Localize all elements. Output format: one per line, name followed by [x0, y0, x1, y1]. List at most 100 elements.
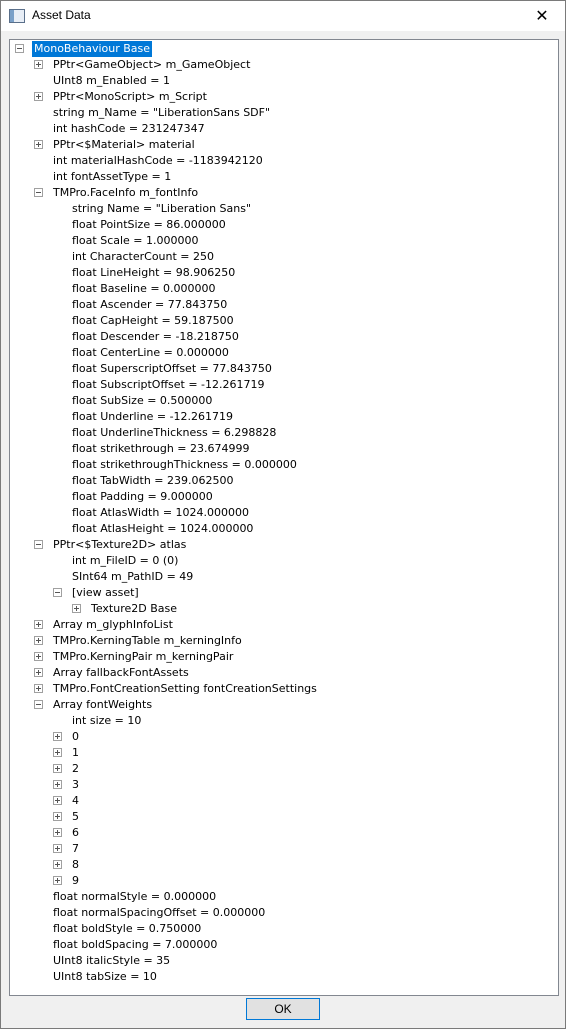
ok-button[interactable]: OK — [246, 998, 320, 1020]
tree-node-label: float Scale = 1.000000 — [72, 234, 199, 247]
tree-node[interactable]: float Descender = -18.218750 — [10, 329, 550, 345]
tree-node[interactable]: 6 — [10, 825, 550, 841]
tree-node[interactable]: TMPro.KerningTable m_kerningInfo — [10, 633, 550, 649]
tree-node[interactable]: int hashCode = 231247347 — [10, 121, 550, 137]
tree-node[interactable]: float SubscriptOffset = -12.261719 — [10, 377, 550, 393]
collapse-icon[interactable] — [34, 700, 43, 709]
tree-node-label: 2 — [72, 762, 79, 775]
title-bar[interactable]: Asset Data ✕ — [1, 1, 565, 31]
tree-node[interactable]: float strikethrough = 23.674999 — [10, 441, 550, 457]
tree-node[interactable]: float normalSpacingOffset = 0.000000 — [10, 905, 550, 921]
expand-icon[interactable] — [34, 636, 43, 645]
tree-node-label: float SuperscriptOffset = 77.843750 — [72, 362, 272, 375]
expand-icon[interactable] — [53, 828, 62, 837]
tree-node[interactable]: UInt8 m_Enabled = 1 — [10, 73, 550, 89]
tree-node[interactable]: TMPro.FontCreationSetting fontCreationSe… — [10, 681, 550, 697]
tree-node[interactable]: UInt8 italicStyle = 35 — [10, 953, 550, 969]
tree-node[interactable]: string Name = "Liberation Sans" — [10, 201, 550, 217]
tree-node[interactable]: PPtr<MonoScript> m_Script — [10, 89, 550, 105]
expand-icon[interactable] — [53, 876, 62, 885]
tree-node[interactable]: float boldSpacing = 7.000000 — [10, 937, 550, 953]
tree-node-label: 1 — [72, 746, 79, 759]
expand-icon[interactable] — [53, 860, 62, 869]
tree-node-label: int m_FileID = 0 (0) — [72, 554, 179, 567]
tree-node[interactable]: Array m_glyphInfoList — [10, 617, 550, 633]
expand-icon[interactable] — [34, 652, 43, 661]
tree-node[interactable]: float strikethroughThickness = 0.000000 — [10, 457, 550, 473]
tree-node[interactable]: MonoBehaviour Base — [10, 40, 550, 58]
tree-node[interactable]: TMPro.FaceInfo m_fontInfo — [10, 185, 550, 201]
collapse-icon[interactable] — [53, 588, 62, 597]
tree-node[interactable]: int size = 10 — [10, 713, 550, 729]
tree-node-label: Array fallbackFontAssets — [53, 666, 189, 679]
tree-node[interactable]: 9 — [10, 873, 550, 889]
collapse-icon[interactable] — [34, 540, 43, 549]
tree-node[interactable]: [view asset] — [10, 585, 550, 601]
tree-node[interactable]: float Baseline = 0.000000 — [10, 281, 550, 297]
tree-node[interactable]: Array fontWeights — [10, 697, 550, 713]
tree-node[interactable]: PPtr<GameObject> m_GameObject — [10, 57, 550, 73]
collapse-icon[interactable] — [15, 44, 24, 53]
tree-node[interactable]: 1 — [10, 745, 550, 761]
collapse-icon[interactable] — [34, 188, 43, 197]
expand-icon[interactable] — [34, 92, 43, 101]
asset-tree-view[interactable]: MonoBehaviour Base PPtr<GameObject> m_Gam… — [9, 39, 559, 996]
tree-node[interactable]: float AtlasWidth = 1024.000000 — [10, 505, 550, 521]
expand-icon[interactable] — [53, 732, 62, 741]
expand-icon[interactable] — [53, 764, 62, 773]
tree-node[interactable]: 7 — [10, 841, 550, 857]
tree-node[interactable]: 5 — [10, 809, 550, 825]
tree-node[interactable]: float CenterLine = 0.000000 — [10, 345, 550, 361]
tree-node[interactable]: float SuperscriptOffset = 77.843750 — [10, 361, 550, 377]
tree-node[interactable]: float Scale = 1.000000 — [10, 233, 550, 249]
expand-icon[interactable] — [72, 604, 81, 613]
tree-node[interactable]: UInt8 tabSize = 10 — [10, 969, 550, 985]
tree-node[interactable]: float TabWidth = 239.062500 — [10, 473, 550, 489]
tree-node[interactable]: float CapHeight = 59.187500 — [10, 313, 550, 329]
tree-node[interactable]: float SubSize = 0.500000 — [10, 393, 550, 409]
expand-icon[interactable] — [34, 620, 43, 629]
tree-node[interactable]: int CharacterCount = 250 — [10, 249, 550, 265]
tree-node[interactable]: 2 — [10, 761, 550, 777]
expand-icon[interactable] — [53, 844, 62, 853]
expand-icon[interactable] — [34, 668, 43, 677]
tree-node-label: 7 — [72, 842, 79, 855]
expand-icon[interactable] — [34, 684, 43, 693]
tree-node[interactable]: Texture2D Base — [10, 601, 550, 617]
tree-node[interactable]: float UnderlineThickness = 6.298828 — [10, 425, 550, 441]
tree-node[interactable]: 4 — [10, 793, 550, 809]
expand-icon[interactable] — [53, 780, 62, 789]
tree-node-label: SInt64 m_PathID = 49 — [72, 570, 194, 583]
tree-node[interactable]: float AtlasHeight = 1024.000000 — [10, 521, 550, 537]
tree-node[interactable]: TMPro.KerningPair m_kerningPair — [10, 649, 550, 665]
tree-node[interactable]: int m_FileID = 0 (0) — [10, 553, 550, 569]
tree-node[interactable]: 8 — [10, 857, 550, 873]
expand-icon[interactable] — [34, 140, 43, 149]
tree-node[interactable]: 0 — [10, 729, 550, 745]
tree-node-label: float normalSpacingOffset = 0.000000 — [53, 906, 266, 919]
tree-node[interactable]: float PointSize = 86.000000 — [10, 217, 550, 233]
tree-node[interactable]: float normalStyle = 0.000000 — [10, 889, 550, 905]
tree-node-label: float Descender = -18.218750 — [72, 330, 239, 343]
tree-node[interactable]: int materialHashCode = -1183942120 — [10, 153, 550, 169]
tree-node[interactable]: Array fallbackFontAssets — [10, 665, 550, 681]
expand-icon[interactable] — [53, 796, 62, 805]
tree-node[interactable]: PPtr<$Texture2D> atlas — [10, 537, 550, 553]
tree-node[interactable]: SInt64 m_PathID = 49 — [10, 569, 550, 585]
expand-icon[interactable] — [53, 812, 62, 821]
tree-node[interactable]: float LineHeight = 98.906250 — [10, 265, 550, 281]
tree-node[interactable]: string m_Name = "LiberationSans SDF" — [10, 105, 550, 121]
tree-node[interactable]: float boldStyle = 0.750000 — [10, 921, 550, 937]
tree-node-label: int fontAssetType = 1 — [53, 170, 172, 183]
tree-node[interactable]: float Padding = 9.000000 — [10, 489, 550, 505]
expand-icon[interactable] — [34, 60, 43, 69]
tree-node[interactable]: PPtr<$Material> material — [10, 137, 550, 153]
close-button[interactable]: ✕ — [519, 1, 565, 31]
tree-node-label: PPtr<MonoScript> m_Script — [53, 90, 207, 103]
tree-node[interactable]: float Ascender = 77.843750 — [10, 297, 550, 313]
tree-node[interactable]: int fontAssetType = 1 — [10, 169, 550, 185]
expand-icon[interactable] — [53, 748, 62, 757]
tree-node[interactable]: float Underline = -12.261719 — [10, 409, 550, 425]
tree-node-label: float Padding = 9.000000 — [72, 490, 213, 503]
tree-node[interactable]: 3 — [10, 777, 550, 793]
